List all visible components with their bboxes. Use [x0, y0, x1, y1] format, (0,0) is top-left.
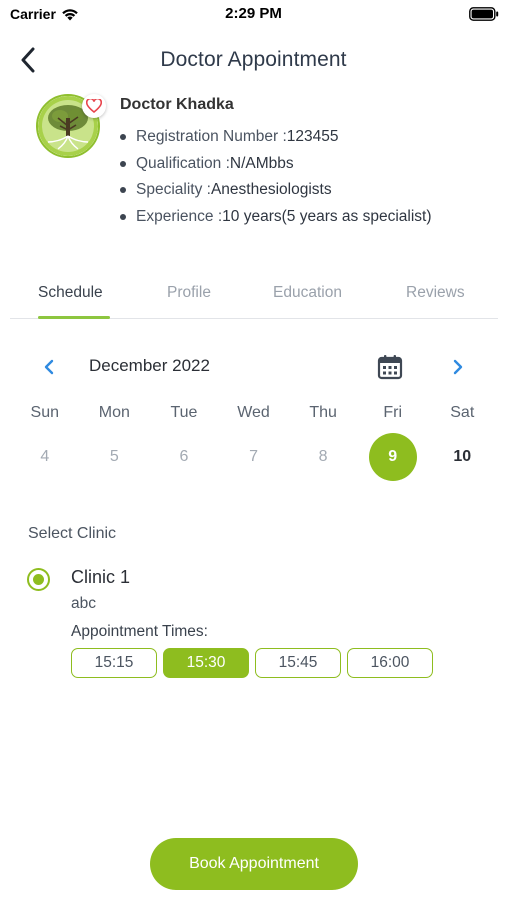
doctor-details-list: Registration Number : 123455 Qualificati…: [120, 124, 432, 230]
chevron-right-icon: [453, 359, 463, 375]
doctor-name: Doctor Khadka: [120, 96, 234, 113]
time-slot-list: 15:15 15:30 15:45 16:00: [71, 648, 433, 678]
heart-icon: [86, 99, 102, 113]
detail-label: Registration Number :: [136, 128, 287, 146]
previous-month-button[interactable]: [38, 356, 60, 378]
bullet-icon: [120, 187, 126, 194]
weekday-label: Thu: [309, 404, 337, 421]
bullet-icon: [120, 160, 126, 167]
status-time: 2:29 PM: [225, 5, 282, 22]
doctor-info: Doctor Khadka Registration Number : 1234…: [36, 92, 496, 232]
active-tab-indicator: [38, 316, 110, 319]
appointment-times-label: Appointment Times:: [71, 623, 208, 640]
tab-reviews[interactable]: Reviews: [406, 284, 465, 302]
selected-day-cell[interactable]: 9: [358, 432, 428, 482]
detail-value: 123455: [286, 128, 339, 146]
time-slot-button[interactable]: 15:15: [71, 648, 157, 678]
detail-label: Qualification :: [136, 154, 230, 172]
month-label: December 2022: [89, 356, 210, 375]
day-number: 10: [453, 448, 472, 465]
weekday-label: Fri: [383, 404, 402, 421]
day-cell[interactable]: 8: [288, 432, 358, 482]
day-row: 4 5 6 7 8 9 10: [10, 432, 497, 482]
day-cell[interactable]: 7: [219, 432, 289, 482]
page-title: Doctor Appointment: [160, 48, 347, 71]
tab-profile[interactable]: Profile: [167, 284, 211, 302]
detail-value: 10 years(5 years as specialist): [222, 207, 432, 225]
day-number: 8: [318, 448, 328, 465]
tab-education[interactable]: Education: [273, 284, 342, 302]
book-appointment-button[interactable]: Book Appointment: [150, 838, 358, 890]
detail-value: N/AMbbs: [229, 154, 294, 172]
calendar-header: December 2022: [0, 348, 507, 386]
detail-label: Speciality :: [136, 181, 211, 199]
weekday-label: Wed: [237, 404, 270, 421]
time-slot-button[interactable]: 16:00: [347, 648, 433, 678]
day-cell[interactable]: 5: [80, 432, 150, 482]
day-number: 7: [249, 448, 258, 465]
day-cell[interactable]: 4: [10, 432, 80, 482]
tab-schedule[interactable]: Schedule: [38, 284, 103, 302]
registration-number-item: Registration Number : 123455: [120, 124, 432, 151]
bullet-icon: [120, 134, 126, 141]
day-number: 9: [368, 433, 417, 481]
experience-item: Experience : 10 years(5 years as special…: [120, 204, 432, 231]
detail-value: Anesthesiologists: [210, 181, 332, 199]
day-cell[interactable]: 6: [149, 432, 219, 482]
select-clinic-label: Select Clinic: [28, 525, 117, 542]
favorite-button[interactable]: [82, 94, 106, 118]
navigation-bar: Doctor Appointment: [0, 38, 507, 82]
status-bar: Carrier 2:29 PM: [0, 0, 507, 28]
time-slot-button[interactable]: 15:45: [255, 648, 341, 678]
day-number: 6: [179, 448, 189, 465]
clinic-radio-button[interactable]: [27, 568, 50, 591]
clinic-description: abc: [71, 595, 96, 612]
calendar-icon[interactable]: [376, 353, 404, 381]
day-number: 4: [40, 448, 50, 465]
weekday-label: Sun: [30, 404, 60, 421]
next-month-button[interactable]: [447, 356, 469, 378]
selected-time-slot-button[interactable]: 15:30: [163, 648, 249, 678]
chevron-left-icon: [44, 359, 54, 375]
weekday-row: Sun Mon Tue Wed Thu Fri Sat: [10, 404, 497, 428]
tab-bar: Schedule Profile Education Reviews: [10, 276, 498, 319]
weekday-label: Sat: [450, 404, 475, 421]
clinic-name: Clinic 1: [71, 567, 131, 587]
qualification-item: Qualification : N/AMbbs: [120, 151, 432, 178]
bullet-icon: [120, 213, 126, 220]
speciality-item: Speciality : Anesthesiologists: [120, 177, 432, 204]
detail-label: Experience :: [136, 207, 223, 225]
battery-icon: [469, 7, 499, 21]
day-cell[interactable]: 10: [427, 432, 497, 482]
day-number: 5: [109, 448, 119, 465]
weekday-label: Mon: [98, 404, 130, 421]
weekday-label: Tue: [170, 404, 198, 421]
